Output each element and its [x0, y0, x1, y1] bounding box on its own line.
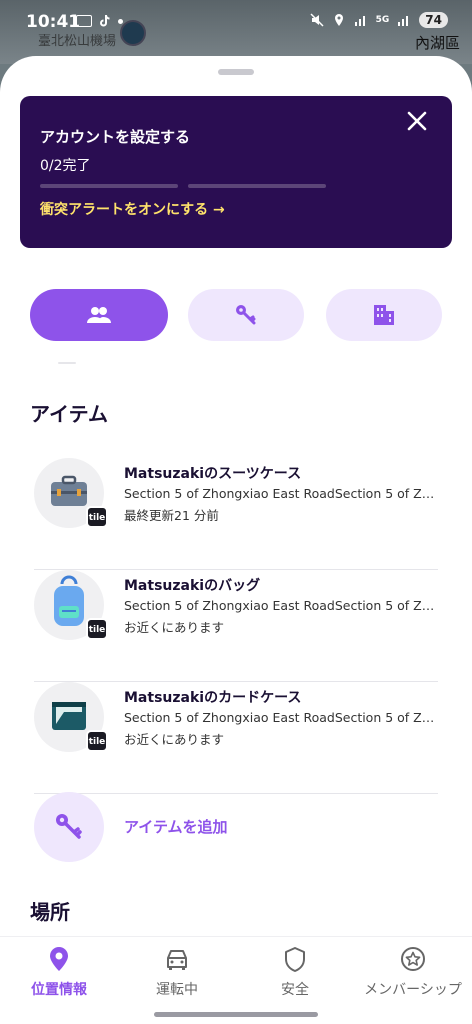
progress-segment-1: [40, 184, 178, 188]
status-bar: 10:41 臺北松山機場 5G 74 內湖區: [0, 0, 472, 64]
nav-safety[interactable]: 安全: [236, 945, 354, 1005]
item-name: Matsuzakiのバッグ: [124, 578, 261, 594]
account-setup-card[interactable]: アカウントを設定する 0/2完了 衝突アラートをオンにする →: [20, 96, 452, 248]
item-avatar: tile: [34, 458, 108, 528]
location-pin-icon: [50, 947, 68, 971]
item-name: Matsuzakiのスーツケース: [124, 466, 302, 482]
map-label-district: 內湖區: [414, 34, 460, 52]
add-item-avatar: [34, 792, 104, 862]
progress-segment-2: [188, 184, 326, 188]
list-item-suitcase[interactable]: tile Matsuzakiのスーツケース Section 5 of Zhong…: [34, 458, 438, 570]
nav-membership[interactable]: メンバーシップ: [354, 945, 472, 1005]
people-icon: [87, 307, 111, 323]
add-item-label: アイテムを追加: [124, 818, 228, 836]
keys-icon: [56, 814, 82, 839]
scroll-indicator: [58, 362, 76, 364]
item-status: お近くにあります: [124, 732, 225, 747]
item-avatar: tile: [34, 682, 108, 752]
mute-icon: [310, 13, 324, 27]
notification-icons: [76, 14, 123, 28]
nav-location[interactable]: 位置情報: [0, 945, 118, 1005]
wifi-call-icon: [76, 15, 92, 27]
item-status: 最終更新21 分前: [124, 508, 219, 523]
tab-places[interactable]: [326, 289, 442, 341]
item-address: Section 5 of Zhongxiao East RoadSection …: [124, 486, 438, 501]
more-notifications-icon: [118, 18, 123, 24]
setup-progress: 0/2完了: [40, 158, 91, 174]
tile-badge: tile: [86, 730, 108, 752]
system-icons: 5G 74: [310, 12, 448, 28]
home-indicator[interactable]: [154, 1012, 318, 1017]
tile-badge: tile: [86, 506, 108, 528]
item-name: Matsuzakiのカードケース: [124, 690, 302, 706]
star-badge-icon: [401, 947, 425, 971]
item-avatar: tile: [34, 570, 108, 640]
tiktok-icon: [100, 14, 110, 27]
status-time: 10:41: [26, 12, 81, 32]
sheet-drag-handle[interactable]: [218, 69, 254, 75]
tile-badge: tile: [86, 618, 108, 640]
list-item-card-case[interactable]: tile Matsuzakiのカードケース Section 5 of Zhong…: [34, 682, 438, 794]
signal-icon-2: [398, 16, 409, 26]
add-item-button[interactable]: アイテムを追加: [34, 792, 438, 862]
building-icon: [374, 305, 394, 325]
location-icon: [334, 14, 343, 26]
bottom-sheet: アカウントを設定する 0/2完了 衝突アラートをオンにする → アイテム til…: [0, 56, 472, 1024]
item-address: Section 5 of Zhongxiao East RoadSection …: [124, 710, 438, 725]
nav-driving[interactable]: 運転中: [118, 945, 236, 1005]
nav-label: 安全: [281, 982, 309, 998]
items-section-title: アイテム: [30, 402, 108, 426]
bottom-navigation: 位置情報 運転中 安全 メンバーシップ: [0, 936, 472, 1006]
signal-icon: [354, 16, 365, 26]
network-type: 5G: [375, 15, 390, 25]
tab-people[interactable]: [30, 289, 168, 341]
item-address: Section 5 of Zhongxiao East RoadSection …: [124, 598, 438, 613]
tab-items[interactable]: [188, 289, 304, 341]
battery-level: 74: [419, 12, 448, 28]
nav-label: 運転中: [156, 982, 198, 998]
list-item-backpack[interactable]: tile Matsuzakiのバッグ Section 5 of Zhongxia…: [34, 570, 438, 682]
map-airport-pin-icon: [120, 20, 146, 46]
setup-title: アカウントを設定する: [40, 128, 191, 146]
nav-label: メンバーシップ: [364, 982, 462, 998]
item-status: お近くにあります: [124, 620, 225, 635]
category-tabs: [30, 289, 442, 341]
car-icon: [167, 950, 187, 970]
map-label-airport: 臺北松山機場: [38, 34, 117, 49]
nav-label: 位置情報: [31, 982, 87, 998]
crash-alert-link[interactable]: 衝突アラートをオンにする →: [40, 199, 225, 219]
shield-icon: [285, 947, 305, 972]
keys-icon: [236, 305, 256, 325]
close-icon[interactable]: [404, 108, 430, 134]
places-section-title: 場所: [30, 900, 70, 924]
